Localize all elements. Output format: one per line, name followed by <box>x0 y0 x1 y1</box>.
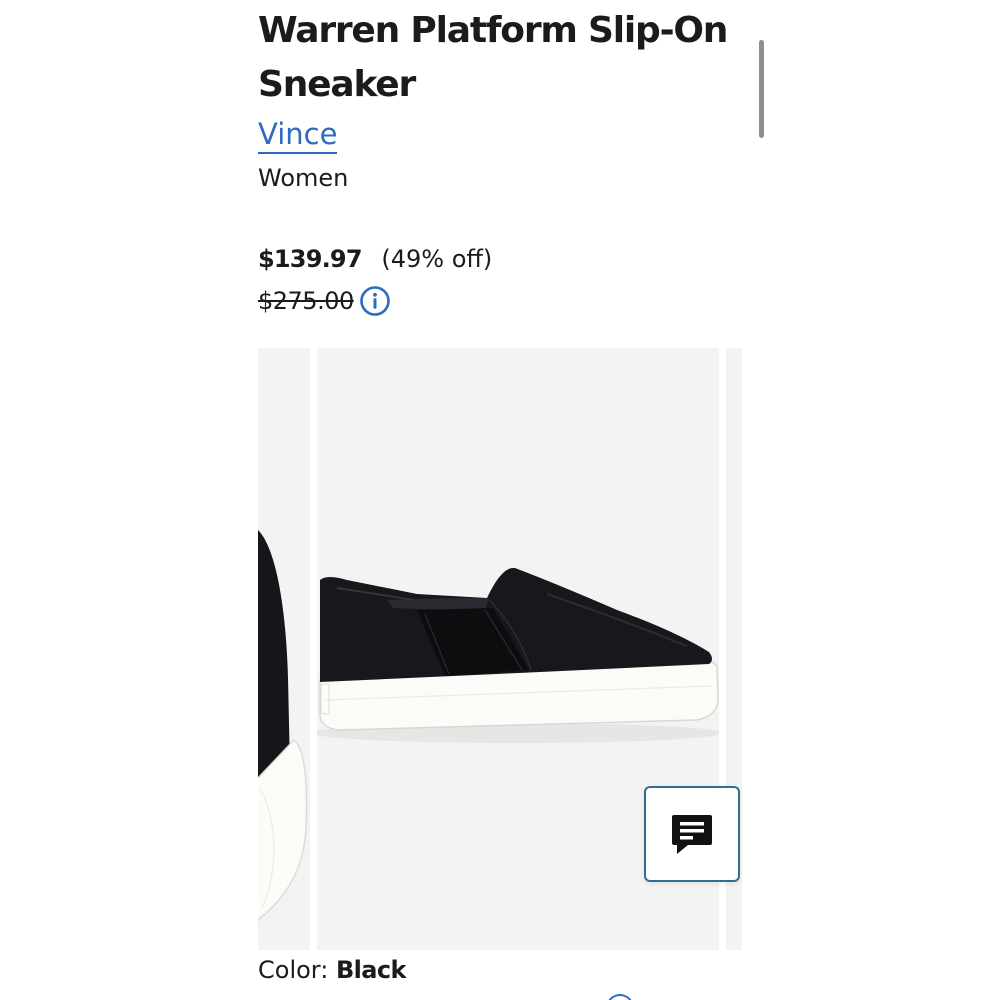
product-page: Warren Platform Slip-On Sneaker Vince Wo… <box>0 0 1000 1000</box>
color-swatch-partial[interactable] <box>606 994 634 1000</box>
original-price-row: $275.00 <box>258 284 390 318</box>
product-title: Warren Platform Slip-On Sneaker <box>258 10 728 105</box>
price-row: $139.97 (49% off) <box>258 243 492 275</box>
product-category: Women <box>258 164 349 192</box>
chat-button[interactable] <box>644 786 740 882</box>
color-label: Color: <box>258 956 329 984</box>
chat-message-icon <box>672 815 712 854</box>
brand-link[interactable]: Vince <box>258 116 338 154</box>
color-selection: Color: Black <box>258 954 406 986</box>
previous-product-image[interactable] <box>258 348 310 950</box>
page-scrollbar[interactable] <box>759 40 764 138</box>
info-circle-icon[interactable] <box>359 286 390 316</box>
sale-price: $139.97 <box>258 245 363 273</box>
original-price: $275.00 <box>258 287 354 315</box>
color-value: Black <box>335 956 407 984</box>
discount-percent: (49% off) <box>381 245 493 273</box>
